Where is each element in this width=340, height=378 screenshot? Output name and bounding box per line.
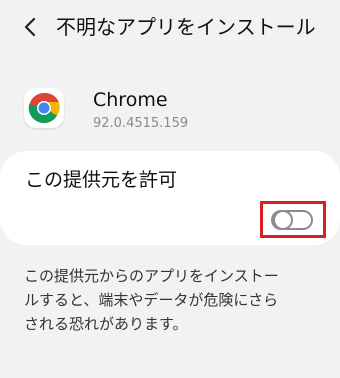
chevron-left-icon <box>24 17 36 37</box>
description-line: ルすると、端末やデータが危険にさら <box>24 291 279 309</box>
description-line: この提供元からのアプリをインストー <box>24 267 279 285</box>
app-name: Chrome <box>93 89 168 111</box>
back-button[interactable] <box>18 14 44 40</box>
description-line: される恐れがあります。 <box>24 315 188 333</box>
chrome-icon <box>24 88 64 128</box>
allow-source-setting[interactable]: この提供元を許可 <box>0 151 340 245</box>
allow-source-toggle[interactable] <box>271 210 313 230</box>
app-info: Chrome 92.0.4515.159 <box>0 82 340 142</box>
app-bar: 不明なアプリをインストール <box>0 0 340 56</box>
app-version: 92.0.4515.159 <box>93 116 189 131</box>
allow-source-label: この提供元を許可 <box>25 169 178 191</box>
warning-description: この提供元からのアプリをインストー ルすると、端末やデータが危険にさら される恐… <box>24 264 324 336</box>
toggle-knob <box>273 210 293 230</box>
page-title: 不明なアプリをインストール <box>56 15 316 39</box>
